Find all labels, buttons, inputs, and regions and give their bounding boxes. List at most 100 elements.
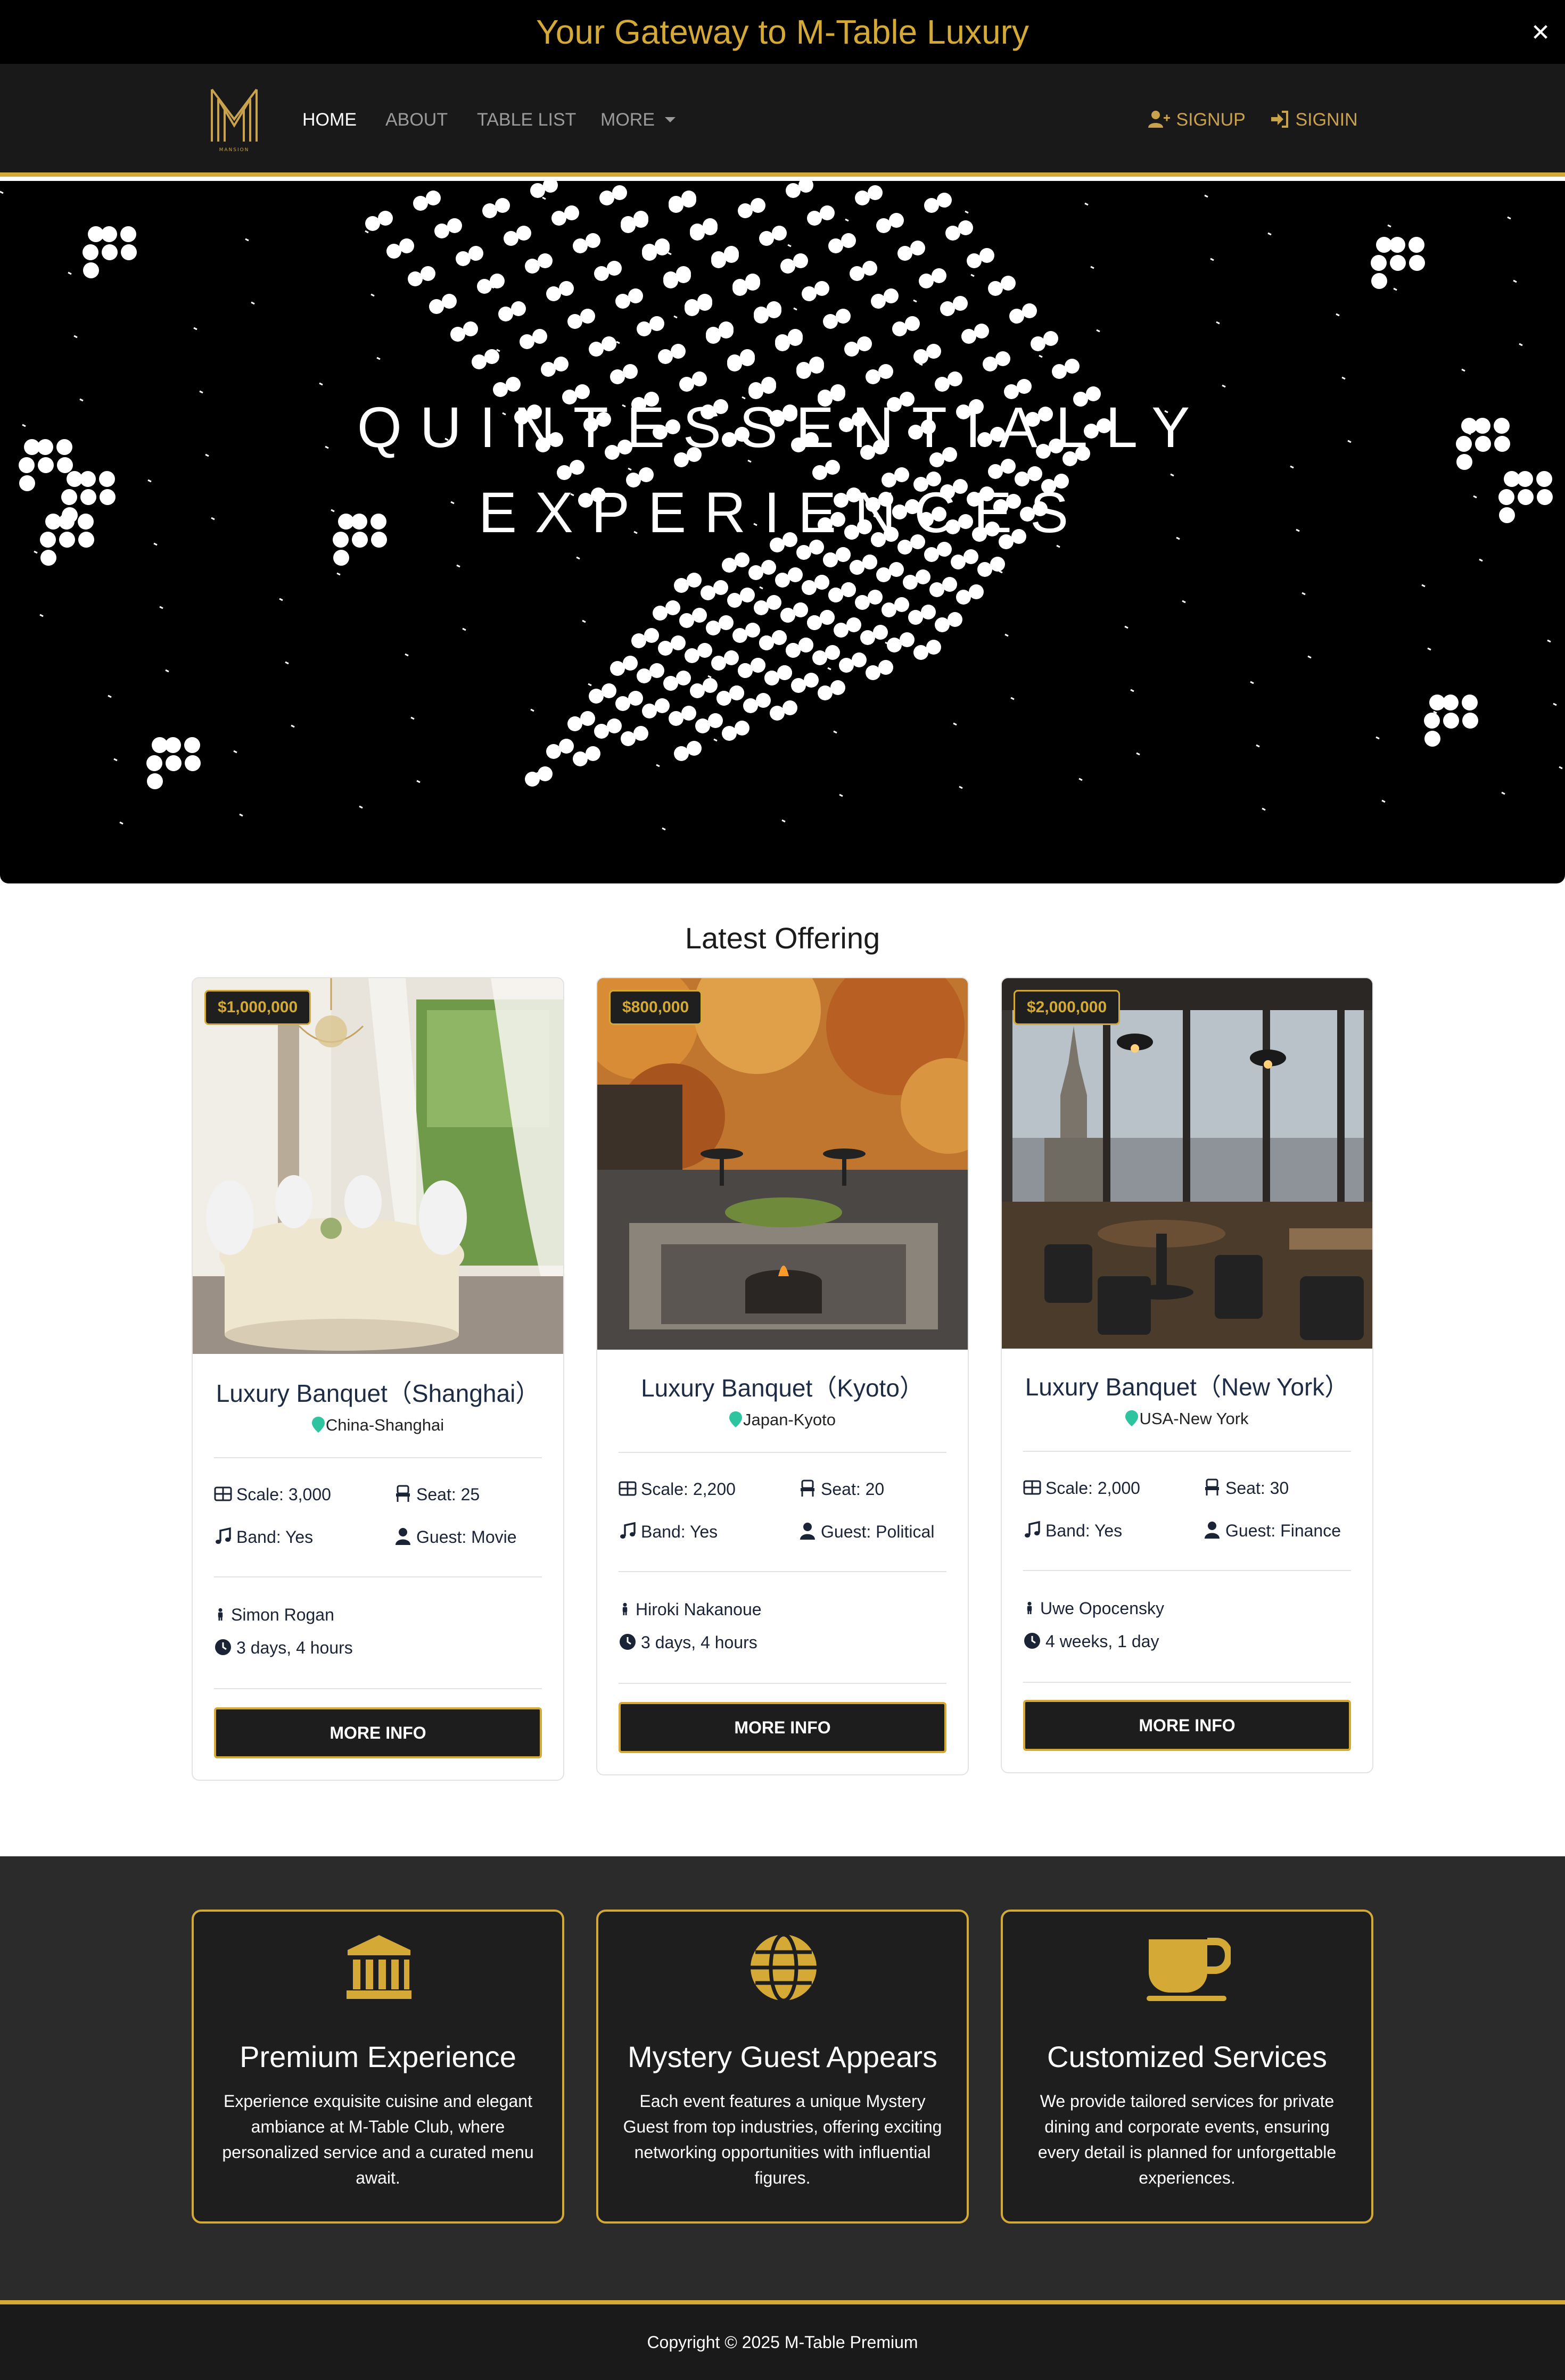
signup-link[interactable]: SIGNUP xyxy=(1148,106,1246,133)
coffee-cup-icon xyxy=(1147,1938,1231,2001)
person-icon xyxy=(622,1602,628,1615)
host-name: Hiroki Nakanoue xyxy=(619,1600,762,1619)
more-info-button[interactable]: MORE INFO xyxy=(1023,1700,1351,1751)
nav-more-dropdown[interactable]: MORE xyxy=(600,106,676,133)
shanghai-dining-image xyxy=(193,978,563,1354)
close-icon[interactable]: ✕ xyxy=(1530,21,1551,45)
nav-about[interactable]: ABOUT xyxy=(385,106,448,133)
banner-title: Your Gateway to M-Table Luxury xyxy=(536,13,1029,51)
countdown-time: 3 days, 4 hours xyxy=(214,1638,353,1658)
feature-card-premium-experience: Premium Experience Experience exquisite … xyxy=(192,1910,564,2224)
stat-band: Band: Yes xyxy=(214,1527,313,1547)
signin-link[interactable]: SIGNIN xyxy=(1270,106,1358,133)
user-icon xyxy=(800,1523,815,1540)
stat-seat: Seat: 30 xyxy=(1203,1478,1289,1498)
divider xyxy=(214,1688,542,1689)
logo-text: MANSION xyxy=(219,147,250,153)
globe-icon xyxy=(751,1933,817,2002)
location-text: China-Shanghai xyxy=(325,1416,444,1434)
feature-description: Experience exquisite cuisine and elegant… xyxy=(222,2092,534,2187)
feature-description: We provide tailored services for private… xyxy=(1037,2092,1337,2187)
price-badge: $1,000,000 xyxy=(204,990,311,1025)
feature-title: Customized Services xyxy=(1047,2040,1327,2073)
hero-title-line1: QUINTESSENTIALLY xyxy=(357,395,1208,459)
divider xyxy=(619,1683,946,1684)
countdown-time: 3 days, 4 hours xyxy=(619,1633,757,1652)
stat-scale: Scale: 2,200 xyxy=(619,1480,736,1499)
card-title[interactable]: Luxury Banquet（Shanghai） xyxy=(193,1374,563,1409)
card-title[interactable]: Luxury Banquet（Kyoto） xyxy=(597,1369,968,1404)
table-icon xyxy=(619,1481,637,1496)
stat-band: Band: Yes xyxy=(619,1522,718,1542)
stat-guest: Guest: Finance xyxy=(1203,1521,1341,1541)
feature-title: Premium Experience xyxy=(240,2040,516,2073)
divider xyxy=(214,1457,542,1458)
stat-scale: Scale: 3,000 xyxy=(214,1485,331,1505)
price-badge: $2,000,000 xyxy=(1014,990,1121,1025)
feature-description: Each event features a unique Mystery Gue… xyxy=(623,2092,942,2187)
offering-card-shanghai: $1,000,000 Luxury Banquet（Shanghai） Chin… xyxy=(192,977,564,1781)
table-icon xyxy=(214,1486,232,1501)
sign-in-icon xyxy=(1271,111,1288,128)
price-badge: $800,000 xyxy=(609,990,703,1025)
divider xyxy=(1023,1451,1351,1452)
more-info-button[interactable]: MORE INFO xyxy=(619,1702,946,1753)
divider xyxy=(1023,1682,1351,1683)
nav-more-label: MORE xyxy=(600,110,655,130)
navbar: MANSION HOME ABOUT TABLE LIST MORE SIGNU… xyxy=(0,64,1565,177)
signup-label: SIGNUP xyxy=(1176,110,1246,130)
location-pin-icon xyxy=(1125,1410,1139,1426)
hero-section: QUINTESSENTIALLY EXPERIENCES xyxy=(0,181,1565,883)
clock-icon xyxy=(1024,1633,1040,1649)
divider xyxy=(214,1576,542,1577)
copyright-text: Copyright © 2025 M-Table Premium xyxy=(647,2333,918,2352)
offering-card-kyoto: $800,000 Luxury Banquet（Kyoto） Japan-Kyo… xyxy=(596,977,969,1775)
kyoto-terrace-image xyxy=(597,978,968,1350)
feature-card-customized-services: Customized Services We provide tailored … xyxy=(1001,1910,1373,2224)
new-york-restaurant-image xyxy=(1002,978,1372,1349)
caret-down-icon xyxy=(665,117,676,122)
mansion-logo[interactable]: MANSION xyxy=(209,87,260,153)
offering-card-new-york: $2,000,000 Luxury Banquet（New York） USA-… xyxy=(1001,977,1373,1773)
feature-title: Mystery Guest Appears xyxy=(627,2040,937,2073)
more-info-button[interactable]: MORE INFO xyxy=(214,1707,542,1758)
user-plus-icon xyxy=(1148,111,1170,128)
signin-label: SIGNIN xyxy=(1295,110,1358,130)
person-icon xyxy=(218,1608,223,1621)
user-icon xyxy=(396,1528,410,1545)
location-pin-icon xyxy=(729,1411,742,1427)
music-note-icon xyxy=(216,1527,231,1544)
chair-icon xyxy=(396,1485,410,1502)
music-note-icon xyxy=(620,1522,636,1539)
features-section: Premium Experience Experience exquisite … xyxy=(0,1856,1565,2300)
person-icon xyxy=(1027,1601,1032,1614)
clock-icon xyxy=(215,1639,231,1655)
card-location: China-Shanghai xyxy=(193,1416,563,1435)
location-text: Japan-Kyoto xyxy=(743,1410,836,1429)
user-icon xyxy=(1205,1522,1220,1539)
stat-seat: Seat: 20 xyxy=(798,1480,884,1499)
divider xyxy=(619,1571,946,1572)
countdown-time: 4 weeks, 1 day xyxy=(1023,1632,1159,1651)
footer: Copyright © 2025 M-Table Premium xyxy=(0,2300,1565,2380)
table-icon xyxy=(1023,1480,1041,1495)
host-name: Uwe Opocensky xyxy=(1023,1599,1164,1618)
stat-scale: Scale: 2,000 xyxy=(1023,1478,1140,1498)
divider xyxy=(1023,1570,1351,1571)
location-pin-icon xyxy=(311,1417,325,1433)
bank-icon xyxy=(347,1935,411,1999)
location-text: USA-New York xyxy=(1139,1409,1249,1428)
divider xyxy=(619,1452,946,1453)
nav-home[interactable]: HOME xyxy=(302,106,357,133)
nav-table-list[interactable]: TABLE LIST xyxy=(477,106,576,133)
stat-seat: Seat: 25 xyxy=(394,1485,480,1505)
card-location: USA-New York xyxy=(1002,1409,1372,1428)
top-banner: Your Gateway to M-Table Luxury ✕ xyxy=(0,0,1565,64)
card-title[interactable]: Luxury Banquet（New York） xyxy=(1002,1368,1372,1403)
stat-band: Band: Yes xyxy=(1023,1520,1122,1541)
host-name: Simon Rogan xyxy=(214,1605,334,1625)
hero-title-line2: EXPERIENCES xyxy=(478,480,1087,544)
music-note-icon xyxy=(1025,1520,1040,1538)
clock-icon xyxy=(620,1634,636,1650)
stat-guest: Guest: Movie xyxy=(394,1527,517,1547)
